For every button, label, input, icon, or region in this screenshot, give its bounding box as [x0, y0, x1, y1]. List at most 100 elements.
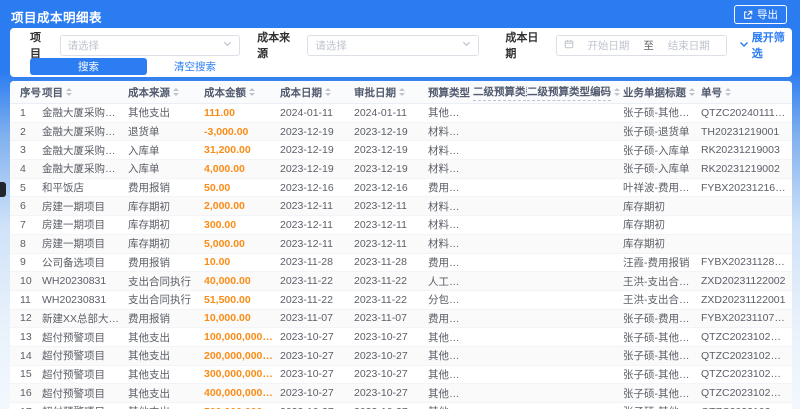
cell-cost-source: 其他支出 [128, 350, 170, 363]
cell-cost-amount: 2,000.00 [204, 200, 245, 213]
cell-cost-source: 其他支出 [128, 368, 170, 381]
cell-cost-source: 退货单 [128, 126, 160, 139]
export-button[interactable]: 导出 [734, 5, 787, 24]
cell-cost-amount: 200,000,000.00 [204, 349, 277, 362]
cost-source-select-placeholder: 请选择 [315, 39, 347, 52]
col-header-cost-amount[interactable]: 成本金额 [204, 85, 280, 100]
cell-cost-source: 支出合同执行 [128, 294, 191, 307]
cell-cost-amount: 300.00 [204, 218, 237, 231]
cell-index: 4 [20, 162, 26, 175]
cell-cost-date: 2023-10-27 [280, 368, 334, 381]
sort-carets-icon[interactable] [173, 88, 179, 96]
cell-cost-date: 2023-12-19 [280, 125, 334, 138]
col-header-project[interactable]: 项目 [42, 85, 128, 100]
table-row[interactable]: 8 房建一期项目 库存期初 5,000.00 2023-12-11 2023-1… [10, 234, 792, 254]
cell-doc-title: 张子硕-其他支出 [623, 368, 700, 381]
cell-doc-title: 张子硕-入库单 [623, 144, 690, 157]
sort-carets-icon[interactable] [325, 88, 331, 96]
cell-cost-amount: -3,000.00 [204, 125, 249, 138]
table-row[interactable]: 13 超付预警项目 其他支出 100,000,000.00 2023-10-27… [10, 328, 792, 347]
table-row[interactable]: 14 超付预警项目 其他支出 200,000,000.00 2023-10-27… [10, 346, 792, 366]
cell-budget-type: 费用预算 [428, 312, 470, 325]
cell-cost-date: 2023-11-22 [280, 275, 333, 288]
table-row[interactable]: 4 金融大厦采购项目 入库单 4,000.00 2023-12-19 2023-… [10, 160, 792, 179]
col-header-cost-source[interactable]: 成本来源 [128, 85, 204, 100]
col-header-sub-budget-type[interactable]: 二级预算类型 [473, 84, 527, 101]
col-header-budget-type[interactable]: 预算类型 [428, 85, 473, 100]
table-row[interactable]: 16 超付预警项目 其他支出 400,000,000.00 2023-10-27… [10, 384, 792, 403]
table-row[interactable]: 17 超付预警项目 其他支出 500,000,000.00 2023-10-27… [10, 403, 792, 409]
cell-cost-source: 其他支出 [128, 107, 170, 120]
col-header-index: 序号 [20, 86, 41, 99]
cell-doc-no: QTZC20240111001 [701, 106, 792, 119]
cell-project: WH20230831 [42, 275, 107, 288]
sort-carets-icon[interactable] [399, 88, 405, 96]
table-row[interactable]: 10 WH20230831 支出合同执行 40,000.00 2023-11-2… [10, 272, 792, 291]
sort-carets-icon[interactable] [614, 88, 620, 96]
cell-cost-source: 其他支出 [128, 404, 204, 409]
cell-budget-type: 其他预算 [428, 350, 470, 363]
table-row[interactable]: 3 金融大厦采购项目 入库单 31,200.00 2023-12-19 2023… [10, 141, 792, 161]
cell-doc-no: RK20231219003 [701, 144, 780, 157]
table-row[interactable]: 5 和平饭店 费用报销 50.00 2023-12-16 2023-12-16 … [10, 179, 792, 198]
cell-doc-no: ZXD20231122001 [701, 293, 786, 306]
cell-approval-date: 2023-10-27 [354, 349, 408, 362]
clear-search-button[interactable]: 清空搜索 [174, 59, 216, 74]
export-icon [743, 10, 753, 20]
cell-project: 房建一期项目 [42, 219, 105, 232]
cell-doc-title: 张子硕-退货单 [623, 126, 690, 139]
cell-doc-title: 库存期初 [623, 200, 665, 213]
col-header-sub-budget-code[interactable]: 二级预算类型编码 [527, 84, 623, 101]
cell-budget-type: 其他预算 [428, 387, 470, 400]
cell-budget-type: 材料预算 [428, 200, 470, 213]
cell-cost-source: 入库单 [128, 163, 160, 176]
table-row[interactable]: 11 WH20230831 支出合同执行 51,500.00 2023-11-2… [10, 291, 792, 310]
table-row[interactable]: 12 新建XX总部大厦工程二期 费用报销 10,000.00 2023-11-0… [10, 309, 792, 329]
search-button[interactable]: 搜索 [30, 57, 147, 75]
col-header-doc-title[interactable]: 业务单据标题 [623, 85, 701, 100]
col-header-approval-date[interactable]: 审批日期 [354, 85, 428, 100]
sort-carets-icon[interactable] [66, 88, 72, 96]
cell-project: 超付预警项目 [42, 387, 105, 400]
cost-source-filter-label: 成本来源 [257, 32, 291, 60]
cell-approval-date: 2023-10-27 [354, 387, 408, 400]
cell-cost-source: 费用报销 [128, 312, 170, 325]
cell-cost-date: 2023-12-11 [280, 200, 333, 213]
table-row[interactable]: 9 公司备选项目 费用报销 10.00 2023-11-28 2023-11-2… [10, 254, 792, 273]
cell-index: 12 [20, 312, 32, 325]
cost-date-range-input[interactable]: 开始日期 至 结束日期 [555, 34, 727, 56]
sort-carets-icon[interactable] [725, 88, 731, 96]
cell-budget-type: 材料预算 [428, 163, 470, 176]
left-drawer-handle[interactable] [0, 182, 6, 197]
date-range-separator: 至 [643, 39, 654, 52]
cell-approval-date: 2023-11-28 [354, 256, 407, 269]
expand-filters-link[interactable]: 展开筛选 [739, 29, 792, 61]
sort-carets-icon[interactable] [249, 88, 255, 96]
table-row[interactable]: 2 金融大厦采购项目 退货单 -3,000.00 2023-12-19 2023… [10, 122, 792, 142]
cell-cost-date: 2023-11-22 [280, 293, 333, 306]
sort-carets-icon[interactable] [689, 88, 695, 96]
table-row[interactable]: 15 超付预警项目 其他支出 300,000,000.00 2023-10-27… [10, 366, 792, 385]
table-row[interactable]: 6 房建一期项目 库存期初 2,000.00 2023-12-11 2023-1… [10, 197, 792, 217]
project-select-placeholder: 请选择 [67, 39, 100, 52]
cell-project: 房建一期项目 [42, 200, 105, 213]
cell-cost-source: 库存期初 [128, 219, 170, 232]
col-header-cost-date[interactable]: 成本日期 [280, 85, 354, 100]
cell-approval-date: 2023-11-22 [354, 293, 407, 306]
table-row[interactable]: 7 房建一期项目 库存期初 300.00 2023-12-11 2023-12-… [10, 216, 792, 235]
project-select[interactable]: 请选择 [59, 34, 241, 56]
table-row[interactable]: 1 金融大厦采购项目 其他支出 111.00 2024-01-11 2024-0… [10, 104, 792, 123]
cell-index: 9 [20, 256, 26, 269]
cell-doc-title: 张子硕-其他支出 [623, 350, 700, 363]
table-header-row: 序号 项目 成本来源 成本金额 成本日期 审批日期 预算类型 二级预算类型 [10, 81, 792, 104]
cell-cost-source: 费用报销 [128, 256, 170, 269]
cell-index: 7 [20, 218, 26, 231]
cell-doc-no: FYBX20231128001 [701, 256, 792, 269]
cell-cost-date: 2024-01-11 [280, 106, 333, 119]
col-header-doc-no[interactable]: 单号 [701, 85, 792, 100]
cost-source-select[interactable]: 请选择 [307, 34, 480, 56]
cell-project: 超付预警项目 [42, 331, 105, 344]
cell-cost-source: 入库单 [128, 144, 160, 157]
cell-cost-amount: 5,000.00 [204, 237, 245, 250]
cell-index: 6 [20, 200, 26, 213]
